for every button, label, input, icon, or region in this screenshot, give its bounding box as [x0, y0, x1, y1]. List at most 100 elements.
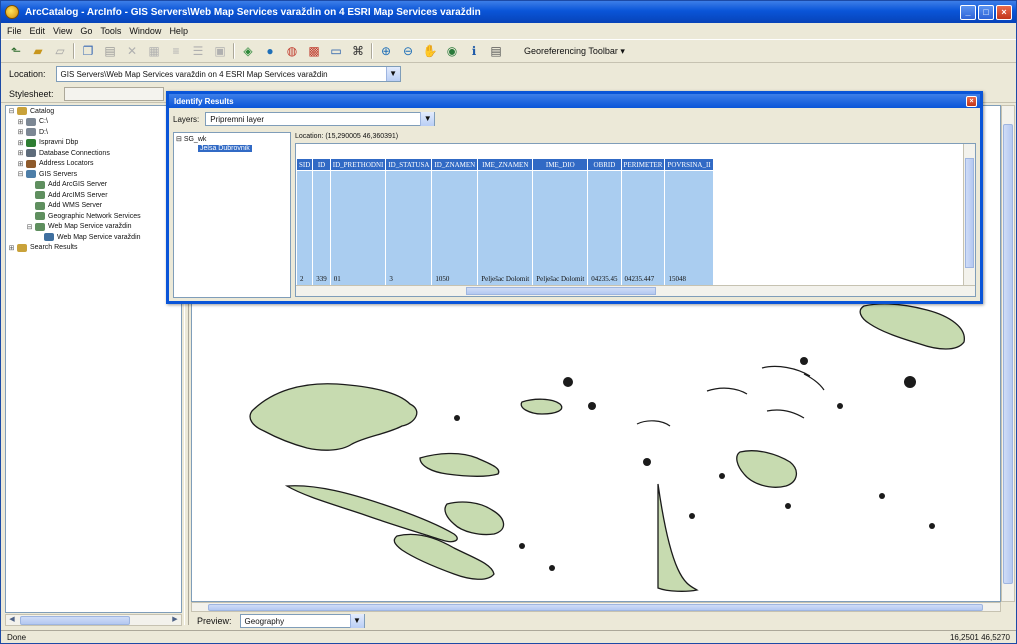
identify-close-button[interactable]: ×: [966, 95, 977, 107]
catalog-tree-item[interactable]: ⊞ Address Locators: [6, 159, 181, 170]
details-icon[interactable]: ☰: [189, 42, 207, 60]
column-header[interactable]: SID: [296, 158, 314, 171]
table-vertical-scrollbar[interactable]: [963, 144, 975, 286]
column-header[interactable]: PERIMETER: [620, 158, 666, 171]
scroll-thumb[interactable]: [20, 616, 130, 625]
catalog-horizontal-scrollbar[interactable]: ◀ ▶: [5, 614, 182, 626]
paste-icon[interactable]: ▤: [101, 42, 119, 60]
column-header[interactable]: IME_ZNAMEN: [477, 158, 534, 171]
catalog-tree-item[interactable]: Geographic Network Services: [6, 211, 181, 222]
column-header[interactable]: OBRID: [587, 158, 622, 171]
catalog-tree-item[interactable]: ⊟ Web Map Service varaždin: [6, 222, 181, 233]
copy-icon[interactable]: ❐: [79, 42, 97, 60]
table-row[interactable]: 2 339 01 3 1050 Pelješac Dolomit Pelješac Dolo…: [296, 170, 714, 286]
large-icons-icon[interactable]: ▦: [145, 42, 163, 60]
expand-icon[interactable]: ⊞: [17, 118, 24, 126]
identify-icon[interactable]: ℹ: [465, 42, 483, 60]
list-icon[interactable]: ≡: [167, 42, 185, 60]
georeferencing-dropdown[interactable]: Georeferencing Toolbar ▾: [519, 43, 630, 60]
collapse-icon[interactable]: ⊟: [17, 170, 24, 178]
pan-icon[interactable]: ✋: [421, 42, 439, 60]
title-bar[interactable]: ArcCatalog - ArcInfo - GIS Servers\Web M…: [1, 1, 1016, 23]
arctoolbox-icon[interactable]: ▩: [305, 42, 323, 60]
up-one-level-icon[interactable]: ⬑: [7, 42, 25, 60]
menu-file[interactable]: File: [7, 26, 22, 36]
menu-window[interactable]: Window: [129, 26, 161, 36]
table-cell: 2: [296, 170, 314, 286]
column-header[interactable]: POVRSINA_II: [664, 158, 714, 171]
catalog-tree-item[interactable]: ⊞ C:\: [6, 117, 181, 128]
catalog-tree-icon[interactable]: ●: [261, 42, 279, 60]
disconnect-folder-icon[interactable]: ▱: [51, 42, 69, 60]
full-extent-icon[interactable]: ◉: [443, 42, 461, 60]
scroll-thumb[interactable]: [1003, 124, 1013, 584]
chevron-down-icon[interactable]: ▼: [420, 112, 435, 126]
menu-go[interactable]: Go: [80, 26, 92, 36]
layers-combo[interactable]: Pripremni layer ▼: [205, 112, 436, 126]
menu-tools[interactable]: Tools: [100, 26, 121, 36]
close-button[interactable]: ×: [996, 4, 1012, 20]
tree-selected-item[interactable]: Jelsa Dubrovnik: [198, 145, 252, 152]
chevron-down-icon[interactable]: ▼: [385, 67, 400, 81]
collapse-icon[interactable]: ⊟: [26, 223, 33, 231]
island-shape: [520, 398, 563, 415]
catalog-tree[interactable]: ⊟ Catalog ⊞ C:\ ⊞ D:\ ⊞ Ispravni Dbp ⊞ Database C…: [5, 105, 182, 613]
zoom-out-icon[interactable]: ⊖: [399, 42, 417, 60]
expand-icon[interactable]: ⊞: [17, 160, 24, 168]
catalog-tree-item[interactable]: ⊞ Database Connections: [6, 148, 181, 159]
identify-attribute-table[interactable]: SID ID ID_PRETHODNI ID_STATUSA ID_ZNAMEN IME_…: [295, 143, 976, 297]
menu-edit[interactable]: Edit: [30, 26, 46, 36]
delete-icon[interactable]: ✕: [123, 42, 141, 60]
zoom-in-icon[interactable]: ⊕: [377, 42, 395, 60]
thumbnails-icon[interactable]: ▣: [211, 42, 229, 60]
connect-folder-icon[interactable]: ▰: [29, 42, 47, 60]
column-header[interactable]: ID_PRETHODNI: [329, 158, 387, 171]
expand-icon[interactable]: ⊞: [17, 128, 24, 136]
folder-icon: [35, 212, 45, 221]
catalog-tree-item[interactable]: Web Map Service varaždin: [6, 232, 181, 243]
collapse-icon[interactable]: ⊟: [176, 136, 184, 143]
scroll-left-icon[interactable]: ◀: [6, 615, 18, 625]
scroll-right-icon[interactable]: ▶: [169, 615, 181, 625]
python-icon[interactable]: ⌘: [349, 42, 367, 60]
catalog-tree-item[interactable]: Add ArcGIS Server: [6, 180, 181, 191]
map-horizontal-scrollbar[interactable]: [191, 602, 1001, 612]
identify-results-window[interactable]: Identify Results × Layers: Pripremni lay…: [166, 91, 983, 304]
preview-combo[interactable]: Geography ▼: [239, 614, 365, 628]
map-vertical-scrollbar[interactable]: [1001, 105, 1015, 602]
collapse-icon[interactable]: ⊟: [8, 107, 15, 115]
create-thumbnail-icon[interactable]: ▤: [487, 42, 505, 60]
menu-view[interactable]: View: [53, 26, 72, 36]
chevron-down-icon[interactable]: ▼: [349, 614, 364, 628]
menu-help[interactable]: Help: [169, 26, 188, 36]
scroll-thumb[interactable]: [466, 287, 656, 295]
launch-arcmap-icon[interactable]: ◈: [239, 42, 257, 60]
catalog-tree-item[interactable]: ⊞ Search Results: [6, 243, 181, 254]
catalog-tree-item[interactable]: ⊞ Ispravni Dbp: [6, 138, 181, 149]
column-header[interactable]: IME_DIO: [532, 158, 589, 171]
scroll-thumb[interactable]: [208, 604, 983, 611]
search-icon[interactable]: ◍: [283, 42, 301, 60]
catalog-tree-item[interactable]: Add WMS Server: [6, 201, 181, 212]
minimize-button[interactable]: _: [960, 4, 976, 20]
column-header[interactable]: ID: [312, 158, 331, 171]
catalog-tree-item[interactable]: ⊟ Catalog: [6, 106, 181, 117]
expand-icon[interactable]: ⊞: [8, 244, 15, 252]
column-header[interactable]: ID_STATUSA: [385, 158, 433, 171]
catalog-tree-item[interactable]: ⊞ D:\: [6, 127, 181, 138]
identify-tree[interactable]: ⊟ SG_wk Jelsa Dubrovnik: [173, 132, 291, 298]
expand-icon[interactable]: ⊞: [17, 149, 24, 157]
scroll-thumb[interactable]: [965, 158, 974, 268]
location-combo[interactable]: GIS Servers\Web Map Services varaždin on…: [55, 66, 401, 82]
stylesheet-field[interactable]: [63, 86, 164, 101]
table-horizontal-scrollbar[interactable]: [296, 285, 975, 296]
catalog-tree-item[interactable]: Add ArcIMS Server: [6, 190, 181, 201]
maximize-button[interactable]: □: [978, 4, 994, 20]
identify-title-bar[interactable]: Identify Results ×: [169, 94, 980, 108]
column-header[interactable]: ID_ZNAMEN: [431, 158, 479, 171]
tree-root-row[interactable]: ⊟ SG_wk: [176, 135, 288, 143]
folder-icon: [17, 107, 27, 116]
catalog-tree-item[interactable]: ⊟ GIS Servers: [6, 169, 181, 180]
model-builder-icon[interactable]: ▭: [327, 42, 345, 60]
expand-icon[interactable]: ⊞: [17, 139, 24, 147]
